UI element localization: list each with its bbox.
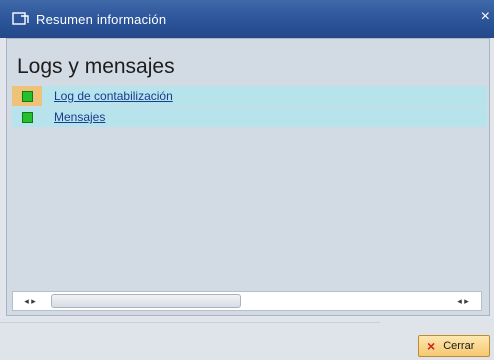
green-status-icon xyxy=(21,90,33,102)
log-link[interactable]: Log de contabilización xyxy=(54,89,173,103)
close-icon: × xyxy=(427,338,436,354)
scroll-thumb[interactable] xyxy=(51,294,241,308)
horizontal-scrollbar[interactable]: ◂ ▸ ◂ ▸ xyxy=(12,291,482,311)
footer-divider xyxy=(0,322,380,323)
list-item[interactable]: Mensajes xyxy=(12,107,487,127)
title-bar: Resumen información × xyxy=(0,0,494,38)
scroll-left-arrows[interactable]: ◂ ▸ xyxy=(15,292,45,310)
messages-link[interactable]: Mensajes xyxy=(54,110,105,124)
content-frame: Logs y mensajes Log de contabilización M… xyxy=(6,38,490,316)
window-icon xyxy=(12,12,30,26)
close-button[interactable]: × Cerrar xyxy=(418,335,490,357)
status-cell xyxy=(12,107,42,127)
status-cell xyxy=(12,86,42,106)
close-icon[interactable]: × xyxy=(481,8,490,26)
green-status-icon xyxy=(21,111,33,123)
scroll-right-arrows[interactable]: ◂ ▸ xyxy=(449,292,477,310)
list-item[interactable]: Log de contabilización xyxy=(12,86,487,106)
close-button-label: Cerrar xyxy=(443,340,475,352)
window-title: Resumen información xyxy=(36,11,167,27)
page-title: Logs y mensajes xyxy=(17,55,175,78)
